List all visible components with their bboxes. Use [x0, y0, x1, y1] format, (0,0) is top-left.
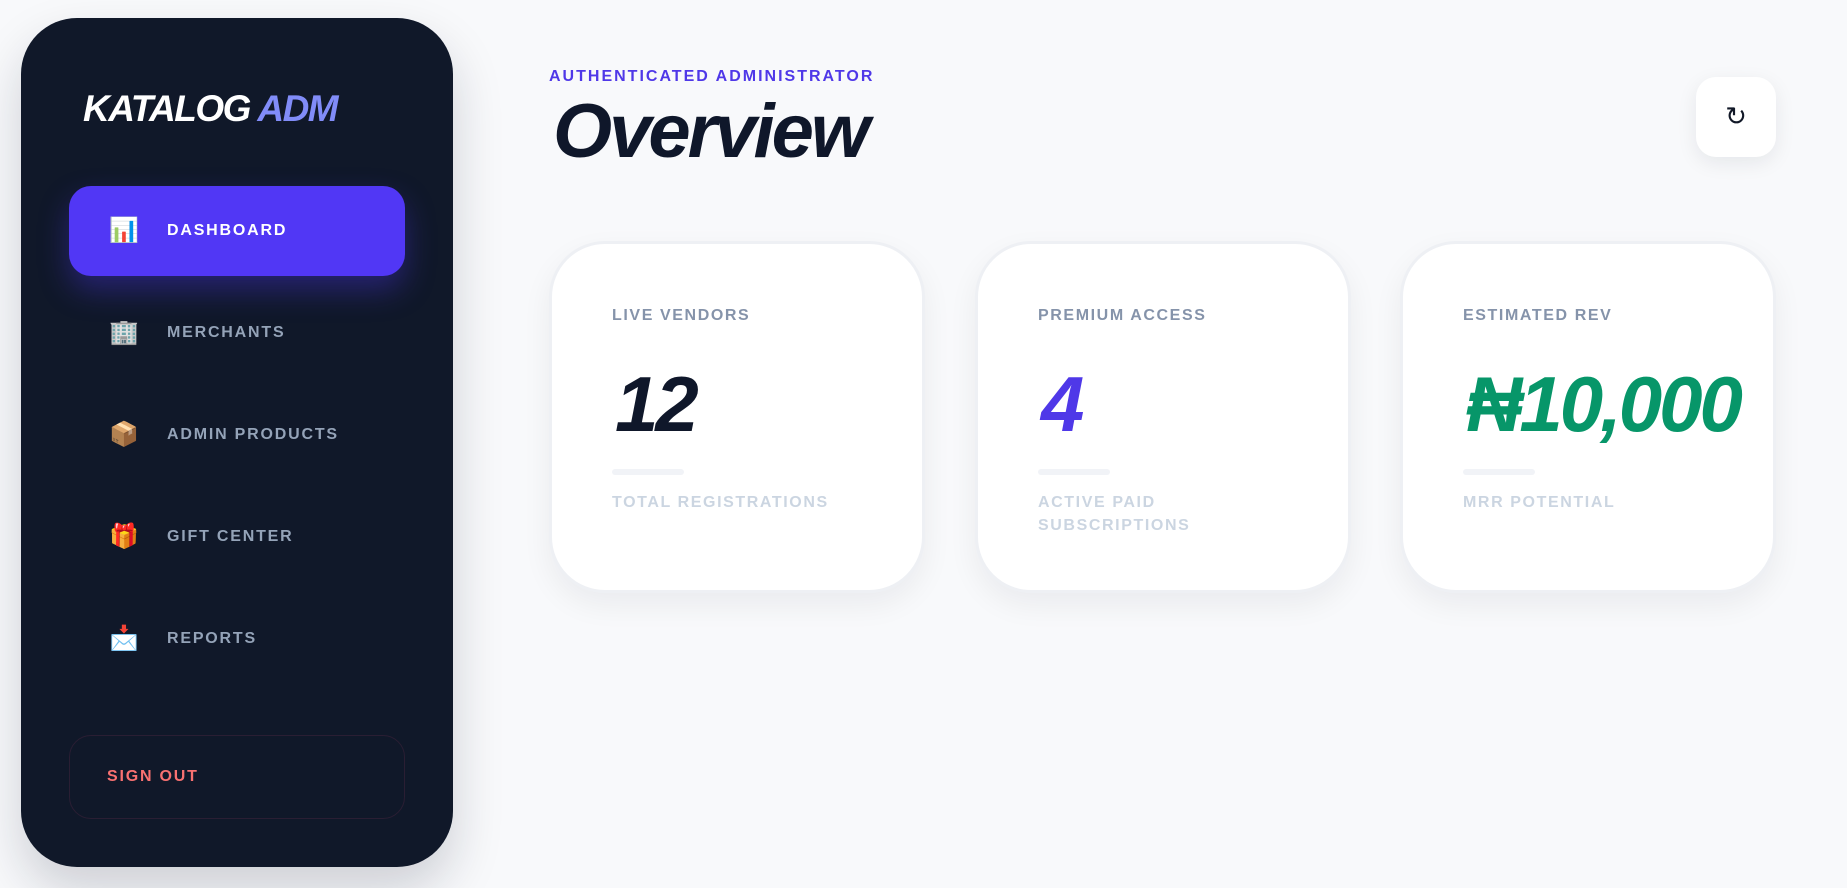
sidebar-item-label: GIFT CENTER — [167, 528, 294, 545]
sidebar-item-dashboard[interactable]: 📊 DASHBOARD — [69, 186, 405, 276]
stat-card-estimated-rev: ESTIMATED REV ₦10,000 MRR POTENTIAL — [1400, 241, 1776, 593]
stat-footnote: ACTIVE PAID SUBSCRIPTIONS — [1038, 494, 1191, 534]
stat-value: 4 — [1041, 360, 1084, 448]
page-title: Overview — [553, 89, 870, 174]
stat-value: 12 — [615, 360, 699, 448]
sidebar-item-label: MERCHANTS — [167, 324, 286, 341]
sidebar-item-label: DASHBOARD — [167, 222, 288, 239]
logo-accent: ADM — [257, 88, 338, 129]
sidebar-item-admin-products[interactable]: 📦 ADMIN PRODUCTS — [69, 390, 405, 480]
sign-out-label: SIGN OUT — [107, 768, 199, 785]
stat-footnote: TOTAL REGISTRATIONS — [612, 494, 829, 511]
sidebar-item-label: ADMIN PRODUCTS — [167, 426, 339, 443]
stat-divider — [1463, 469, 1535, 475]
sidebar-item-gift-center[interactable]: 🎁 GIFT CENTER — [69, 492, 405, 582]
app-logo[interactable]: KATALOG ADM — [83, 88, 339, 130]
stat-card-live-vendors: LIVE VENDORS 12 TOTAL REGISTRATIONS — [549, 241, 925, 593]
office-building-icon: 🏢 — [109, 319, 139, 346]
stat-label: ESTIMATED REV — [1463, 307, 1613, 324]
sidebar-item-label: REPORTS — [167, 630, 257, 647]
stat-label: PREMIUM ACCESS — [1038, 307, 1207, 324]
logo-main: KATALOG — [83, 88, 251, 129]
sidebar-item-merchants[interactable]: 🏢 MERCHANTS — [69, 288, 405, 378]
role-eyebrow: AUTHENTICATED ADMINISTRATOR — [549, 68, 875, 85]
stat-divider — [612, 469, 684, 475]
gift-icon: 🎁 — [109, 523, 139, 550]
stat-divider — [1038, 469, 1110, 475]
stat-value: ₦10,000 — [1466, 360, 1743, 448]
bar-chart-icon: 📊 — [109, 217, 139, 244]
envelope-arrow-icon: 📩 — [109, 625, 139, 652]
package-icon: 📦 — [109, 421, 139, 448]
stat-footnote: MRR POTENTIAL — [1463, 494, 1616, 511]
sidebar-item-reports[interactable]: 📩 REPORTS — [69, 594, 405, 684]
sign-out-button[interactable]: SIGN OUT — [69, 735, 405, 819]
refresh-icon: ↻ — [1725, 102, 1747, 132]
stat-label: LIVE VENDORS — [612, 307, 751, 324]
stat-card-premium-access: PREMIUM ACCESS 4 ACTIVE PAID SUBSCRIPTIO… — [975, 241, 1351, 593]
sidebar: KATALOG ADM 📊 DASHBOARD 🏢 MERCHANTS 📦 AD… — [21, 18, 453, 867]
refresh-button[interactable]: ↻ — [1696, 77, 1776, 157]
